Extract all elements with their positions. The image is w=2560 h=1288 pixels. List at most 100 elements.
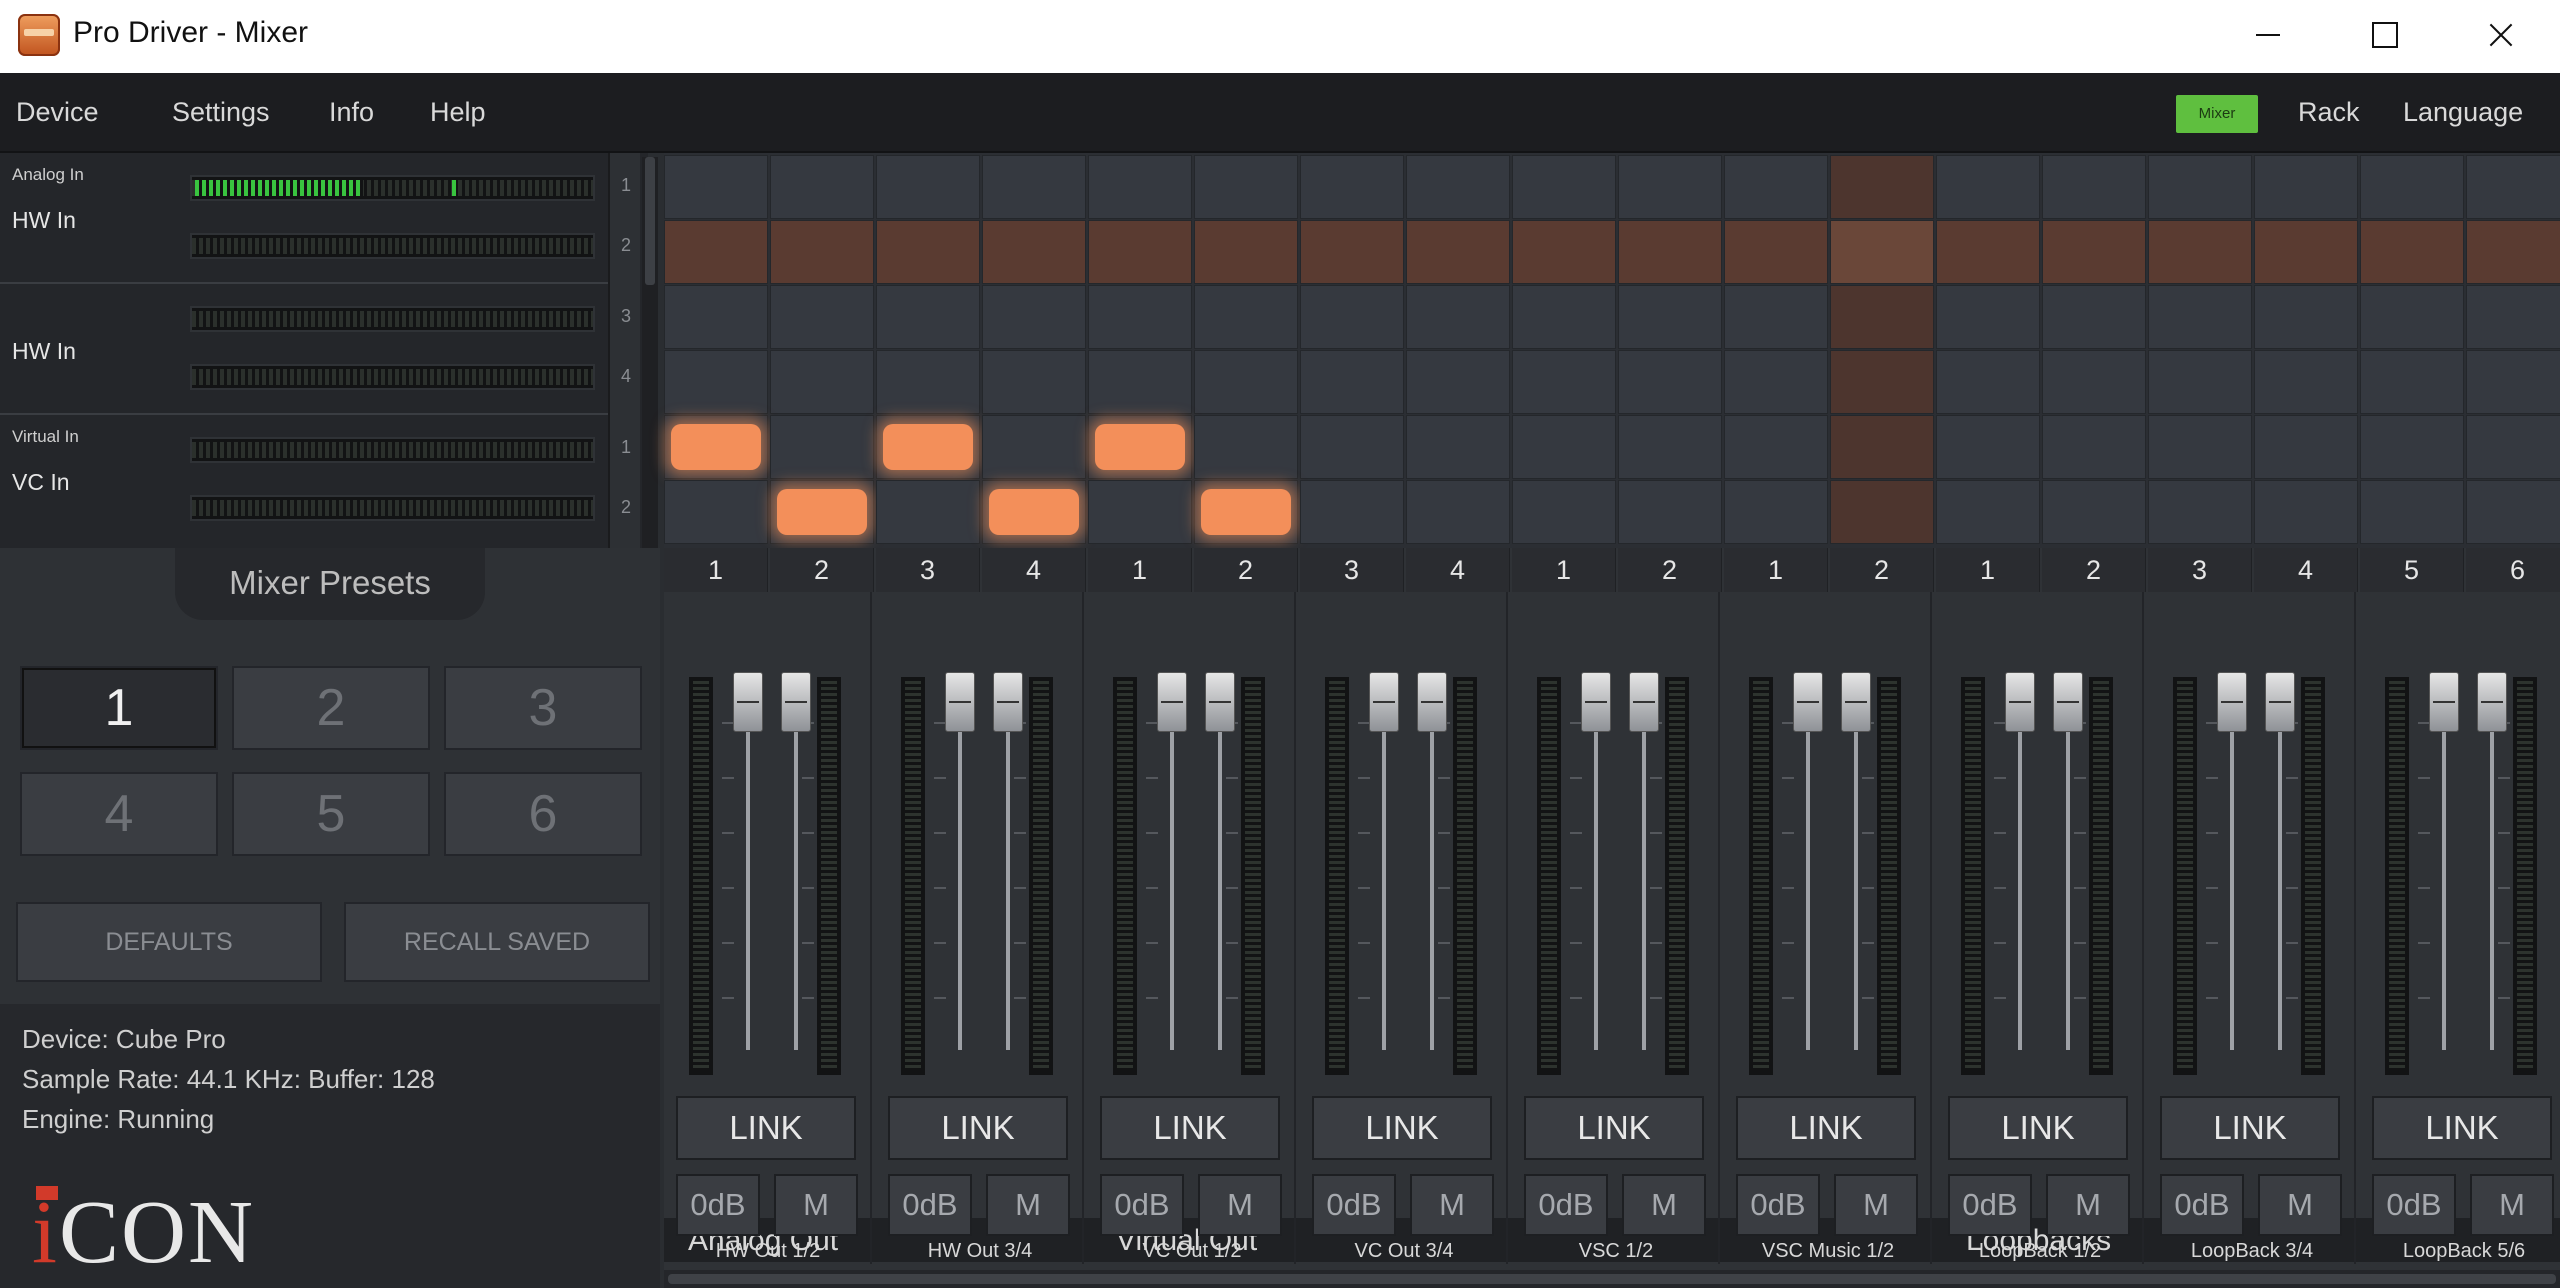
inputs-scrollbar[interactable] (642, 157, 658, 548)
matrix-cell[interactable] (1406, 480, 1510, 544)
matrix-cell[interactable] (1618, 415, 1722, 479)
matrix-cell[interactable] (1194, 480, 1298, 544)
link-button[interactable]: LINK (2372, 1096, 2552, 1160)
matrix-cell[interactable] (2148, 415, 2252, 479)
fader-right[interactable] (2053, 672, 2083, 732)
scroll-thumb[interactable] (645, 157, 655, 285)
matrix-cell[interactable] (664, 285, 768, 349)
matrix-cell[interactable] (1300, 415, 1404, 479)
matrix-cell[interactable] (1512, 285, 1616, 349)
mute-button[interactable]: M (2258, 1174, 2342, 1236)
fader-right[interactable] (1205, 672, 1235, 732)
rack-tab[interactable]: Rack (2298, 97, 2360, 128)
matrix-cell[interactable] (664, 415, 768, 479)
matrix-cell[interactable] (1406, 415, 1510, 479)
scroll-thumb[interactable] (668, 1274, 2556, 1284)
matrix-cell[interactable] (1088, 285, 1192, 349)
matrix-cell[interactable] (2148, 155, 2252, 219)
fader-left[interactable] (1157, 672, 1187, 732)
matrix-cell[interactable] (982, 220, 1086, 284)
matrix-cell[interactable] (1618, 350, 1722, 414)
matrix-cell[interactable] (770, 415, 874, 479)
matrix-cell[interactable] (2254, 285, 2358, 349)
matrix-cell[interactable] (1936, 415, 2040, 479)
mute-button[interactable]: M (1198, 1174, 1282, 1236)
preset-button-2[interactable]: 2 (232, 666, 430, 750)
mute-button[interactable]: M (986, 1174, 1070, 1236)
strips-scrollbar[interactable] (664, 1270, 2560, 1288)
matrix-cell[interactable] (2466, 285, 2560, 349)
matrix-cell[interactable] (1194, 285, 1298, 349)
language-menu[interactable]: Language (2403, 97, 2523, 128)
matrix-cell[interactable] (770, 350, 874, 414)
maximize-icon[interactable] (2354, 10, 2414, 60)
preset-button-3[interactable]: 3 (444, 666, 642, 750)
matrix-cell[interactable] (876, 480, 980, 544)
matrix-cell[interactable] (1618, 285, 1722, 349)
matrix-cell[interactable] (1088, 220, 1192, 284)
zero-db-button[interactable]: 0dB (1312, 1174, 1396, 1236)
matrix-cell[interactable] (2466, 155, 2560, 219)
matrix-cell[interactable] (1830, 350, 1934, 414)
matrix-cell[interactable] (2148, 480, 2252, 544)
matrix-cell[interactable] (982, 155, 1086, 219)
fader-left[interactable] (1581, 672, 1611, 732)
zero-db-button[interactable]: 0dB (1948, 1174, 2032, 1236)
matrix-cell[interactable] (1724, 155, 1828, 219)
fader-left[interactable] (733, 672, 763, 732)
matrix-cell[interactable] (770, 480, 874, 544)
matrix-cell[interactable] (2466, 220, 2560, 284)
matrix-cell[interactable] (770, 220, 874, 284)
matrix-cell[interactable] (2360, 155, 2464, 219)
matrix-cell[interactable] (770, 285, 874, 349)
menu-help[interactable]: Help (430, 97, 486, 128)
fader-left[interactable] (2005, 672, 2035, 732)
preset-button-5[interactable]: 5 (232, 772, 430, 856)
matrix-cell[interactable] (1088, 350, 1192, 414)
matrix-cell[interactable] (1300, 350, 1404, 414)
matrix-cell[interactable] (1512, 350, 1616, 414)
fader-left[interactable] (1369, 672, 1399, 732)
matrix-cell[interactable] (2254, 155, 2358, 219)
matrix-cell[interactable] (2254, 220, 2358, 284)
matrix-cell[interactable] (2466, 480, 2560, 544)
matrix-cell[interactable] (876, 155, 980, 219)
link-button[interactable]: LINK (676, 1096, 856, 1160)
matrix-cell[interactable] (1724, 480, 1828, 544)
matrix-cell[interactable] (2254, 415, 2358, 479)
matrix-cell[interactable] (1194, 415, 1298, 479)
matrix-cell[interactable] (876, 350, 980, 414)
matrix-cell[interactable] (1936, 155, 2040, 219)
link-button[interactable]: LINK (2160, 1096, 2340, 1160)
matrix-cell[interactable] (1724, 350, 1828, 414)
matrix-cell[interactable] (876, 220, 980, 284)
matrix-cell[interactable] (1406, 220, 1510, 284)
matrix-cell[interactable] (982, 480, 1086, 544)
matrix-cell[interactable] (1406, 285, 1510, 349)
matrix-cell[interactable] (664, 350, 768, 414)
matrix-cell[interactable] (1406, 350, 1510, 414)
fader-right[interactable] (1841, 672, 1871, 732)
matrix-cell[interactable] (1618, 480, 1722, 544)
matrix-cell[interactable] (1830, 155, 1934, 219)
matrix-cell[interactable] (1830, 480, 1934, 544)
matrix-cell[interactable] (876, 285, 980, 349)
matrix-cell[interactable] (1512, 415, 1616, 479)
zero-db-button[interactable]: 0dB (888, 1174, 972, 1236)
fader-left[interactable] (2217, 672, 2247, 732)
matrix-cell[interactable] (2360, 220, 2464, 284)
matrix-cell[interactable] (2148, 285, 2252, 349)
matrix-cell[interactable] (982, 285, 1086, 349)
matrix-cell[interactable] (1830, 415, 1934, 479)
matrix-cell[interactable] (1936, 220, 2040, 284)
matrix-cell[interactable] (982, 350, 1086, 414)
menu-info[interactable]: Info (329, 97, 374, 128)
matrix-cell[interactable] (2042, 155, 2146, 219)
zero-db-button[interactable]: 0dB (2160, 1174, 2244, 1236)
matrix-cell[interactable] (2042, 415, 2146, 479)
mute-button[interactable]: M (1622, 1174, 1706, 1236)
matrix-cell[interactable] (770, 155, 874, 219)
mute-button[interactable]: M (2046, 1174, 2130, 1236)
matrix-cell[interactable] (2254, 480, 2358, 544)
link-button[interactable]: LINK (1736, 1096, 1916, 1160)
